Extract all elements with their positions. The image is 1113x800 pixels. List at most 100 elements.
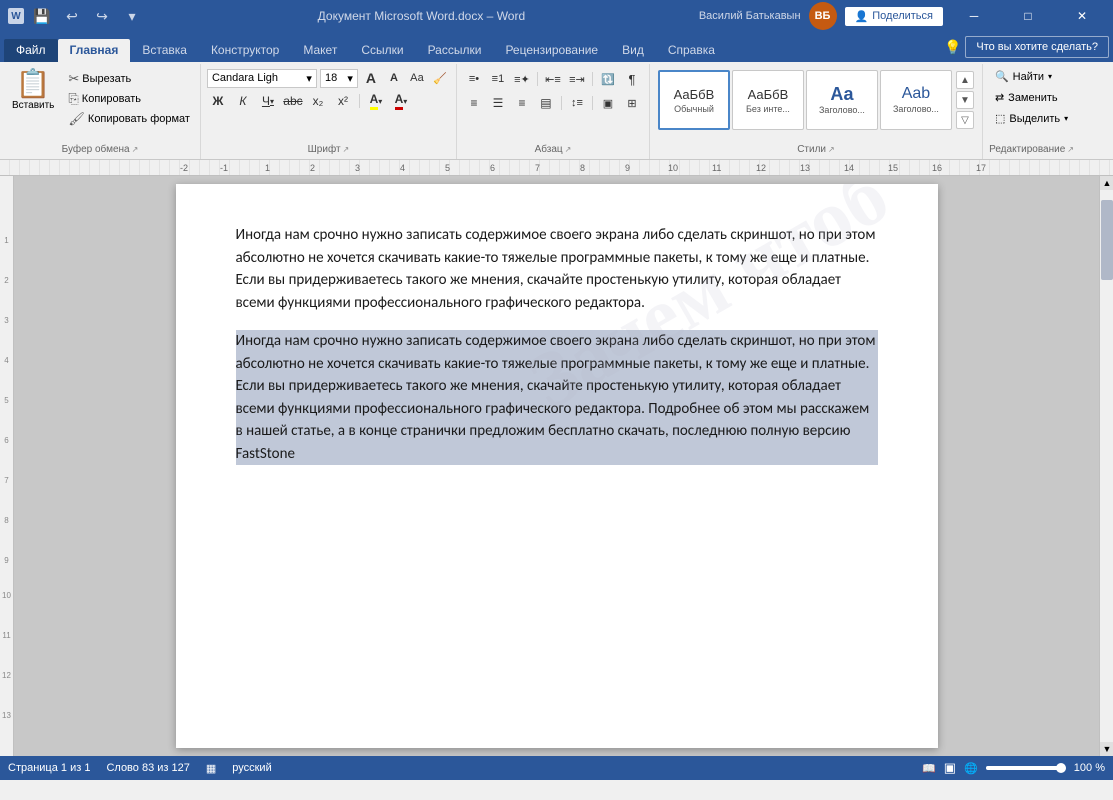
save-quick-btn[interactable]: 💾	[30, 4, 54, 28]
print-layout-button[interactable]: ▣	[944, 760, 956, 776]
tab-insert[interactable]: Вставка	[130, 39, 199, 62]
align-center-button[interactable]: ☰	[487, 92, 509, 114]
font-family-value: Candara Ligh	[212, 72, 278, 84]
tab-layout[interactable]: Макет	[291, 39, 349, 62]
font-size-select[interactable]: 18 ▾	[320, 69, 358, 88]
minimize-button[interactable]: ─	[951, 0, 997, 32]
underline-button[interactable]: Ч ▾	[257, 90, 279, 112]
style-normal[interactable]: АаБбВ Обычный	[658, 70, 730, 130]
vertical-scrollbar[interactable]: ▲ ▼	[1099, 176, 1113, 756]
align-left-button[interactable]: ≡	[463, 92, 485, 114]
editing-area: 🔍 Найти ▾ ⇄ Заменить ⬚ Выделить ▾	[989, 66, 1074, 127]
share-button[interactable]: 👤 Поделиться	[845, 7, 943, 26]
tab-review[interactable]: Рецензирование	[493, 39, 610, 62]
tab-refs[interactable]: Ссылки	[349, 39, 415, 62]
line-spacing-button[interactable]: ↕≡	[566, 92, 588, 114]
shading-button[interactable]: ▣	[597, 92, 619, 114]
align-right-button[interactable]: ≡	[511, 92, 533, 114]
paragraph-expand-icon[interactable]: ↗	[565, 145, 572, 154]
styles-scroll-down[interactable]: ▼	[956, 91, 974, 109]
show-formatting-button[interactable]: ¶	[621, 68, 643, 90]
select-button[interactable]: ⬚ Выделить ▾	[989, 110, 1074, 127]
paragraph-2-selected[interactable]: Иногда нам срочно нужно записать содержи…	[236, 330, 878, 465]
font-shrink-button[interactable]: A	[384, 68, 404, 88]
font-grow-button[interactable]: A	[361, 68, 381, 88]
style-heading2[interactable]: Аab Заголово...	[880, 70, 952, 130]
italic-button[interactable]: К	[232, 90, 254, 112]
status-bar: Страница 1 из 1 Слово 83 из 127 ▦ русски…	[0, 756, 1113, 780]
styles-expand[interactable]: ▽	[956, 111, 974, 129]
qs-dropdown-btn[interactable]: ▾	[120, 4, 144, 28]
style-heading2-label: Заголово...	[893, 104, 939, 114]
replace-button[interactable]: ⇄ Заменить	[989, 89, 1074, 106]
web-layout-button[interactable]: 🌐	[964, 762, 978, 775]
style-heading1[interactable]: Аа Заголово...	[806, 70, 878, 130]
para-row1: ≡• ≡1 ≡✦ ⇤≡ ≡⇥ 🔃 ¶	[463, 68, 643, 90]
scroll-track[interactable]	[1100, 190, 1113, 742]
format-painter-button[interactable]: 🖌 Копировать формат	[64, 110, 194, 128]
superscript-button[interactable]: х²	[332, 90, 354, 112]
styles-scroll-up[interactable]: ▲	[956, 71, 974, 89]
strikethrough-button[interactable]: аbc	[282, 90, 304, 112]
clear-format-button[interactable]: 🧹	[430, 68, 450, 88]
multilevel-list-button[interactable]: ≡✦	[511, 68, 533, 90]
font-content: Candara Ligh ▾ 18 ▾ A A Аа 🧹 Ж К	[207, 66, 450, 142]
scroll-thumb[interactable]	[1101, 200, 1113, 280]
font-expand-icon[interactable]: ↗	[343, 145, 350, 154]
scroll-up-button[interactable]: ▲	[1100, 176, 1113, 190]
font-controls: Candara Ligh ▾ 18 ▾ A A Аа 🧹 Ж К	[207, 66, 450, 112]
select-arrow: ▾	[1064, 114, 1068, 123]
scroll-down-button[interactable]: ▼	[1100, 742, 1113, 756]
paste-button[interactable]: 📋 Вставить	[6, 66, 60, 115]
font-color-button[interactable]: А ▾	[390, 90, 412, 112]
tab-mail[interactable]: Рассылки	[416, 39, 494, 62]
tab-design[interactable]: Конструктор	[199, 39, 291, 62]
para-sep1	[537, 72, 538, 86]
bullets-button[interactable]: ≡•	[463, 68, 485, 90]
document-scroll-area[interactable]: Зачем чтоб Иногда нам срочно нужно запис…	[14, 176, 1099, 756]
font-case-button[interactable]: Аа	[407, 68, 427, 88]
replace-icon: ⇄	[995, 91, 1004, 104]
style-normal-label: Обычный	[674, 104, 714, 114]
tab-help[interactable]: Справка	[656, 39, 727, 62]
justify-button[interactable]: ▤	[535, 92, 557, 114]
find-button[interactable]: 🔍 Найти ▾	[989, 68, 1074, 85]
sort-button[interactable]: 🔃	[597, 68, 619, 90]
increase-indent-button[interactable]: ≡⇥	[566, 68, 588, 90]
styles-group: АаБбВ Обычный АаБбВ Без инте... Аа Загол…	[650, 64, 983, 159]
tab-home[interactable]: Главная	[58, 39, 131, 62]
text-highlight-button[interactable]: А ▾	[365, 90, 387, 112]
bold-button[interactable]: Ж	[207, 90, 229, 112]
cut-button[interactable]: ✂ Вырезать	[64, 70, 194, 88]
restore-button[interactable]: □	[1005, 0, 1051, 32]
style-no-spacing[interactable]: АаБбВ Без инте...	[732, 70, 804, 130]
redo-quick-btn[interactable]: ↪	[90, 4, 114, 28]
decrease-indent-button[interactable]: ⇤≡	[542, 68, 564, 90]
clipboard-expand-icon[interactable]: ↗	[132, 145, 139, 154]
layout-icon[interactable]: ▦	[206, 762, 216, 775]
styles-gallery: АаБбВ Обычный АаБбВ Без инте... Аа Загол…	[658, 70, 952, 130]
read-mode-button[interactable]: 📖	[922, 762, 936, 775]
user-avatar[interactable]: ВБ	[809, 2, 837, 30]
tab-file[interactable]: Файл	[4, 39, 58, 62]
zoom-slider[interactable]	[986, 766, 1066, 770]
zoom-slider-thumb[interactable]	[1056, 763, 1066, 773]
numbered-list-button[interactable]: ≡1	[487, 68, 509, 90]
font-family-select[interactable]: Candara Ligh ▾	[207, 69, 317, 88]
select-icon: ⬚	[995, 112, 1005, 125]
borders-button[interactable]: ⊞	[621, 92, 643, 114]
editing-expand-icon[interactable]: ↗	[1067, 145, 1074, 154]
find-label: Найти	[1013, 71, 1044, 83]
tab-view[interactable]: Вид	[610, 39, 656, 62]
styles-expand-icon[interactable]: ↗	[828, 145, 835, 154]
subscript-button[interactable]: х₂	[307, 90, 329, 112]
font-separator	[359, 94, 360, 108]
what-to-do-button[interactable]: Что вы хотите сделать?	[965, 36, 1109, 58]
paragraph-1[interactable]: Иногда нам срочно нужно записать содержи…	[236, 224, 878, 314]
highlight-icon: А	[370, 92, 379, 110]
paste-icon: 📋	[16, 70, 51, 98]
language-info[interactable]: русский	[232, 762, 271, 774]
copy-button[interactable]: ⎘ Копировать	[64, 90, 194, 108]
close-button[interactable]: ✕	[1059, 0, 1105, 32]
undo-quick-btn[interactable]: ↩	[60, 4, 84, 28]
